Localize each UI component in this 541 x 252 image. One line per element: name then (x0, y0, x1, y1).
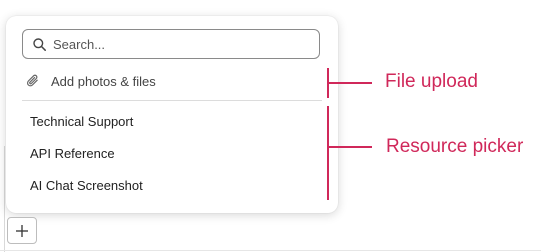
search-input[interactable] (53, 36, 293, 52)
search-icon (33, 37, 46, 51)
composer-outline (0, 146, 5, 252)
plus-icon (16, 224, 28, 237)
search-box[interactable] (22, 29, 320, 59)
resource-picker-bracket (327, 106, 329, 200)
resource-item-technical-support[interactable]: Technical Support (30, 113, 133, 131)
divider (22, 100, 322, 101)
paperclip-icon (26, 74, 38, 87)
add-attachment-button[interactable] (7, 217, 37, 244)
resource-item-api-reference[interactable]: API Reference (30, 145, 115, 163)
bottom-edge (0, 250, 541, 251)
file-upload-annotation: File upload (385, 71, 478, 92)
add-files-button[interactable]: Add photos & files (22, 68, 322, 94)
attachment-popover: Add photos & files Technical Support API… (6, 16, 338, 213)
file-upload-arrow (327, 82, 372, 84)
resource-picker-annotation: Resource picker (386, 136, 524, 157)
add-files-label: Add photos & files (51, 73, 156, 89)
screen: Add photos & files Technical Support API… (0, 0, 541, 252)
resource-picker-arrow (327, 146, 372, 148)
resource-item-ai-chat-screenshot[interactable]: AI Chat Screenshot (30, 177, 143, 195)
